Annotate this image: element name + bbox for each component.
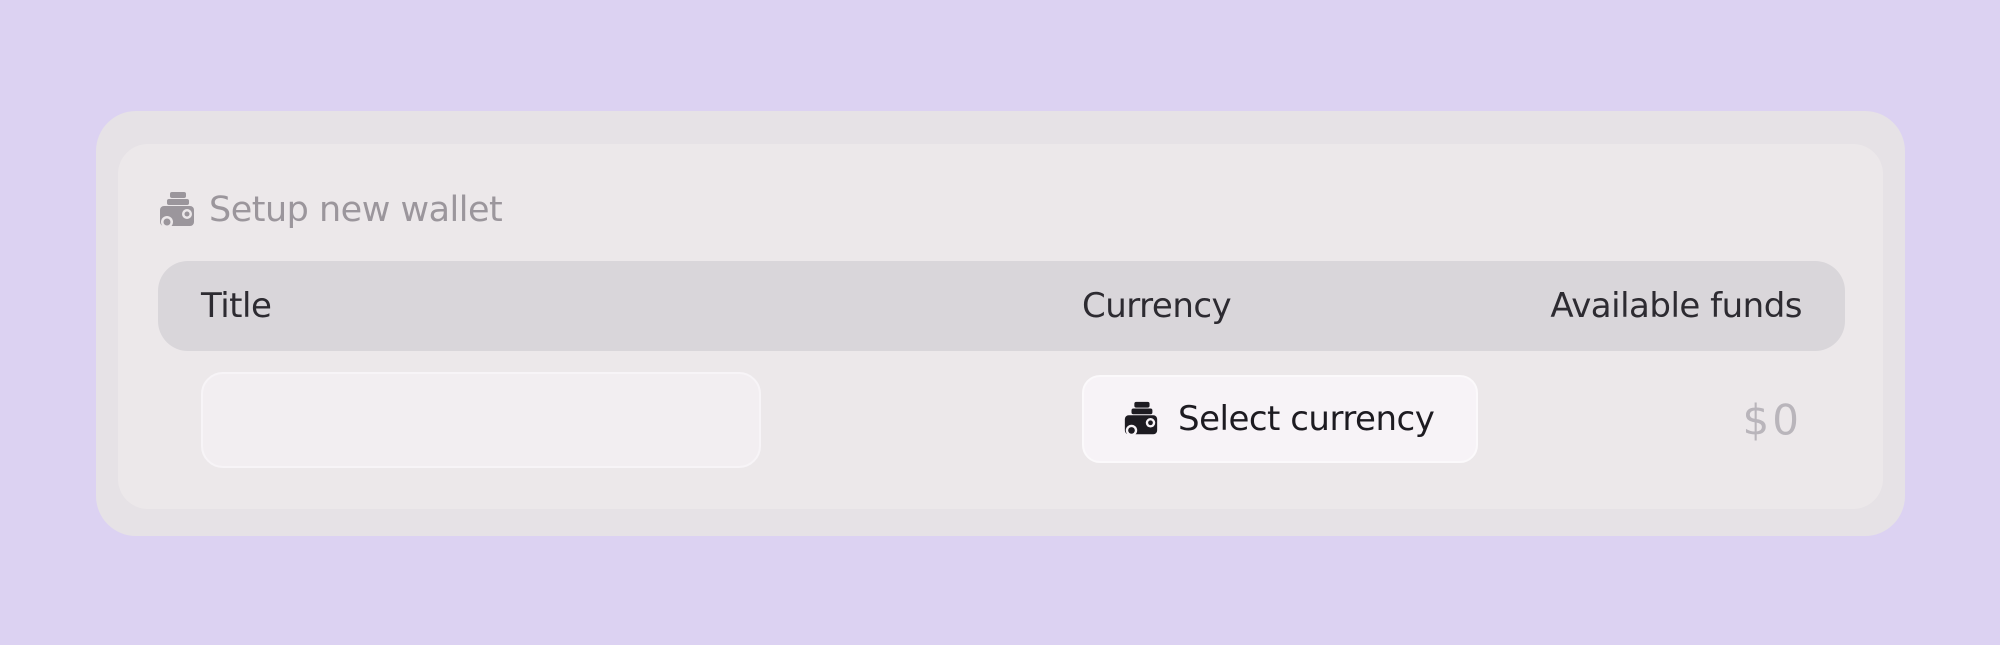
panel-header: Setup new wallet xyxy=(157,184,503,236)
wallet-setup-card: Setup new wallet Title Currency Availabl… xyxy=(96,111,1905,536)
wallet-coins-icon xyxy=(1122,400,1160,438)
select-currency-label: Select currency xyxy=(1178,399,1435,439)
wallet-title-input[interactable] xyxy=(201,372,761,468)
wallet-setup-panel: Setup new wallet Title Currency Availabl… xyxy=(118,144,1883,509)
column-header-title: Title xyxy=(201,286,272,326)
table-row: Select currency $0 xyxy=(158,372,1845,468)
column-header-available-funds: Available funds xyxy=(1550,286,1802,326)
panel-title: Setup new wallet xyxy=(209,190,503,230)
select-currency-button[interactable]: Select currency xyxy=(1082,375,1478,463)
wallet-coins-icon xyxy=(157,190,197,230)
available-funds-value: $0 xyxy=(1742,395,1802,445)
column-header-currency: Currency xyxy=(1082,286,1232,326)
table-header: Title Currency Available funds xyxy=(158,261,1845,351)
